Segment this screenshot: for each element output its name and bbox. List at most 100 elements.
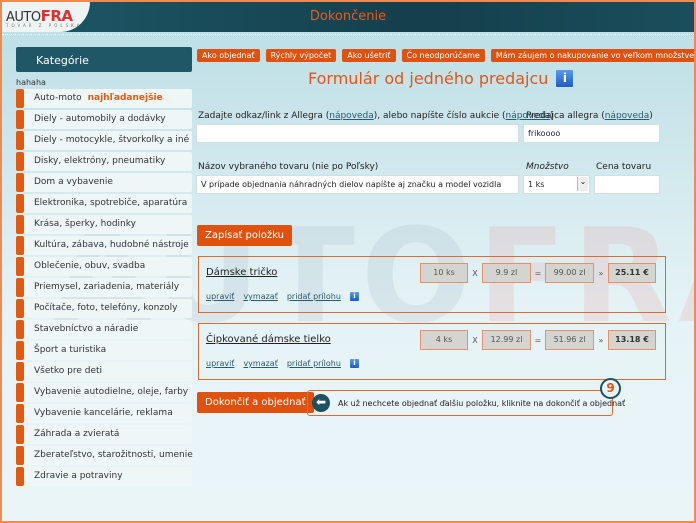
info-icon[interactable]: i	[349, 292, 359, 301]
sidebar-item[interactable]: Diely - motocykle, štvorkolky a iné	[16, 131, 192, 150]
qty-value: 1 ks	[528, 180, 545, 189]
finish-order-button[interactable]: Dokončiť a objednať	[197, 392, 314, 413]
item-price: 9.9 zl	[482, 263, 531, 283]
convert-sign: »	[598, 335, 604, 345]
top-nav-button[interactable]: Mám záujem o nakupovanie vo veľkom množs…	[490, 49, 694, 62]
price-label: Cena tovaru	[596, 162, 652, 172]
sidebar-item-label: Stavebníctvo a náradie	[34, 324, 139, 334]
sidebar-item-label: Priemysel, zariadenia, materiály	[34, 282, 180, 292]
sidebar-item[interactable]: Elektronika, spotrebiče, aparatúra	[16, 194, 192, 213]
attach-link[interactable]: pridať prílohu	[287, 292, 341, 301]
help-link[interactable]: nápoveda	[329, 111, 374, 121]
popular-badge: najhľadanejšie	[87, 93, 163, 103]
sidebar-item[interactable]: Disky, elektróny, pneumatiky	[16, 152, 192, 171]
sidebar-item[interactable]: Auto-moto najhľadanejšie	[16, 89, 192, 108]
delete-link[interactable]: vymazať	[243, 359, 277, 368]
sidebar-item[interactable]: Diely - automobily a dodávky	[16, 110, 192, 129]
sidebar-item[interactable]: Šport a turistika	[16, 341, 192, 360]
item-price: 12.99 zl	[482, 330, 531, 350]
top-nav-button[interactable]: Ako objednať	[197, 49, 260, 62]
qty-label: Množstvo	[526, 162, 569, 172]
times-sign: X	[472, 335, 478, 345]
delete-link[interactable]: vymazať	[243, 292, 277, 301]
sidebar-item-label: Disky, elektróny, pneumatiky	[34, 156, 166, 166]
item-qty: 4 ks	[420, 330, 468, 350]
sidebar-item-label: Všetko pre deti	[34, 366, 103, 376]
item-qty: 10 ks	[420, 263, 468, 283]
sidebar-item[interactable]: Počítače, foto, telefóny, konzoly	[16, 299, 192, 318]
finish-hint: ⬅ Ak už nechcete objednať ďalšiu položku,…	[307, 390, 625, 416]
sidebar-item[interactable]: Všetko pre deti	[16, 362, 192, 381]
info-icon[interactable]: i	[556, 70, 574, 87]
item-sum: 51.96 zl	[545, 330, 594, 350]
sidebar-item-label: Kultúra, zábava, hudobné nástroje	[34, 240, 189, 250]
item-sum: 99.00 zl	[545, 263, 594, 283]
item-total: 13.18 €	[608, 330, 656, 350]
sidebar-note: hahaha	[16, 78, 46, 87]
sidebar-title: Kategórie	[16, 47, 192, 72]
sidebar-item-label: Vybavenie kancelárie, reklama	[34, 408, 173, 418]
top-buttons: Ako objednať Rýchly výpočet Ako ušetriť Čo …	[197, 49, 694, 62]
top-nav-button[interactable]: Ako ušetriť	[342, 49, 396, 62]
link-input[interactable]	[196, 124, 519, 143]
sidebar-item[interactable]: Dom a vybavenie	[16, 173, 192, 192]
sidebar-item-label: Auto-moto	[34, 93, 82, 103]
convert-sign: »	[598, 268, 604, 278]
sidebar: Kategórie hahaha Auto-moto najhľadanejšie…	[16, 47, 193, 486]
sidebar-item[interactable]: Zberateľstvo, starožitnosti, umenie	[16, 446, 193, 465]
edit-link[interactable]: upraviť	[206, 292, 234, 301]
sidebar-item[interactable]: Vybavenie kancelárie, reklama	[16, 404, 192, 423]
sidebar-item-label: Šport a turistika	[34, 345, 107, 355]
page: AUTOFRA TOVAR Z POĽSKA Dokončenie AUTOFR…	[2, 2, 694, 521]
arrow-left-icon: ⬅	[312, 394, 330, 412]
sidebar-item[interactable]: Oblečenie, obuv, svadba	[16, 257, 192, 276]
sidebar-item[interactable]: Stavebníctvo a náradie	[16, 320, 192, 339]
sidebar-item[interactable]: Krása, šperky, hodinky	[16, 215, 192, 234]
sidebar-item-label: Počítače, foto, telefóny, konzoly	[34, 303, 178, 313]
sidebar-item-label: Zdravie a potraviny	[34, 471, 123, 481]
order-item: Čipkované dámske tielko upraviť vymazať pr…	[198, 323, 666, 380]
price-input[interactable]	[594, 175, 660, 194]
page-title: Dokončenie	[309, 9, 387, 24]
link-label: Zadajte odkaz/link z Allegra (nápoveda),…	[198, 111, 554, 121]
sidebar-item-label: Krása, šperky, hodinky	[34, 219, 136, 229]
hint-text: Ak už nechcete objednať ďalšiu položku, …	[338, 399, 626, 408]
sidebar-item-label: Diely - motocykle, štvorkolky a iné	[34, 135, 190, 145]
sidebar-item-label: Dom a vybavenie	[34, 177, 113, 187]
qty-select[interactable]: 1 ks	[523, 175, 590, 194]
info-icon[interactable]: i	[349, 359, 359, 368]
sidebar-item[interactable]: Záhrada a zvieratá	[16, 425, 192, 444]
divider	[2, 34, 694, 35]
header: AUTOFRA TOVAR Z POĽSKA Dokončenie	[2, 2, 694, 32]
sidebar-item[interactable]: Kultúra, zábava, hudobné nástroje	[16, 236, 192, 255]
seller-label: Predajca allegra (nápoveda)	[526, 111, 653, 121]
seller-input[interactable]: frikoooo	[523, 124, 660, 143]
name-label: Názov vybraného tovaru (nie po Poľsky)	[198, 162, 379, 172]
sidebar-item-label: Vybavenie autodielne, oleje, farby	[34, 387, 189, 397]
sidebar-item[interactable]: Zdravie a potraviny	[16, 467, 192, 486]
times-sign: X	[472, 268, 478, 278]
sidebar-item-label: Zberateľstvo, starožitnosti, umenie	[34, 450, 193, 460]
sidebar-item[interactable]: Priemysel, zariadenia, materiály	[16, 278, 192, 297]
form-title: Formulár od jedného predajcu i	[308, 69, 574, 88]
equals-sign: =	[534, 335, 542, 345]
sidebar-item-label: Oblečenie, obuv, svadba	[34, 261, 146, 271]
form-title-text: Formulár od jedného predajcu	[308, 69, 549, 88]
sidebar-item-label: Elektronika, spotrebiče, aparatúra	[34, 198, 188, 208]
top-nav-button[interactable]: Čo neodporúčame	[401, 49, 485, 62]
item-total: 25.11 €	[608, 263, 656, 283]
top-nav-button[interactable]: Rýchly výpočet	[265, 49, 337, 62]
order-item: Dámske tričko upraviť vymazať pridať prílo…	[198, 256, 666, 313]
help-link[interactable]: nápoveda	[605, 111, 650, 121]
item-name-link[interactable]: Čipkované dámske tielko	[206, 334, 331, 345]
product-name-input[interactable]: V prípade objednania náhradných dielov n…	[196, 175, 519, 194]
attach-link[interactable]: pridať prílohu	[287, 359, 341, 368]
equals-sign: =	[534, 268, 542, 278]
step-badge: 9	[600, 378, 621, 399]
edit-link[interactable]: upraviť	[206, 359, 234, 368]
sidebar-item-label: Záhrada a zvieratá	[34, 429, 120, 439]
sidebar-item[interactable]: Vybavenie autodielne, oleje, farby	[16, 383, 192, 402]
sidebar-item-label: Diely - automobily a dodávky	[34, 114, 166, 124]
add-item-button[interactable]: Zapísať položku	[197, 225, 292, 246]
item-name-link[interactable]: Dámske tričko	[206, 267, 277, 278]
